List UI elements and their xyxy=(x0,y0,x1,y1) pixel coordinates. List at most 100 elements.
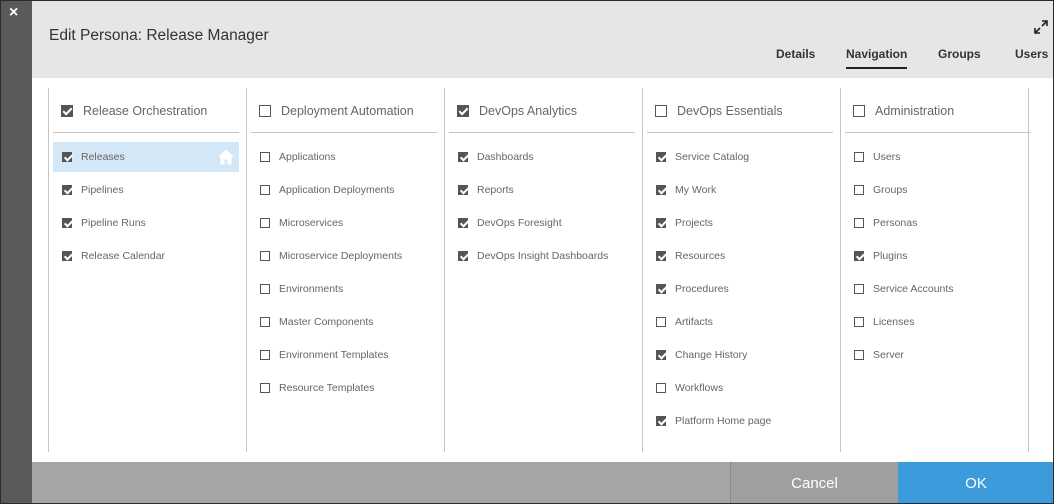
checkbox[interactable] xyxy=(854,185,864,195)
column-header[interactable]: Administration xyxy=(853,99,1031,123)
cancel-button[interactable]: Cancel xyxy=(730,462,898,504)
checkbox[interactable] xyxy=(854,317,864,327)
nav-item[interactable]: Pipelines xyxy=(53,175,239,205)
nav-item[interactable]: My Work xyxy=(647,175,833,205)
nav-item-label: Service Accounts xyxy=(873,283,954,295)
checkbox[interactable] xyxy=(854,284,864,294)
column-divider xyxy=(251,132,437,133)
nav-item[interactable]: Microservices xyxy=(251,208,437,238)
nav-item[interactable]: DevOps Insight Dashboards xyxy=(449,241,635,271)
nav-item[interactable]: Groups xyxy=(845,175,1031,205)
checkbox[interactable] xyxy=(854,218,864,228)
checkbox[interactable] xyxy=(656,185,666,195)
checkbox[interactable] xyxy=(854,251,864,261)
checkbox[interactable] xyxy=(62,152,72,162)
close-icon[interactable]: × xyxy=(9,5,18,21)
tab-details[interactable]: Details xyxy=(776,47,815,61)
nav-item[interactable]: Reports xyxy=(449,175,635,205)
column-header[interactable]: DevOps Essentials xyxy=(655,99,833,123)
nav-item[interactable]: Service Accounts xyxy=(845,274,1031,304)
tab-groups[interactable]: Groups xyxy=(938,47,981,61)
nav-item[interactable]: Server xyxy=(845,340,1031,370)
nav-item[interactable]: Environment Templates xyxy=(251,340,437,370)
tab-navigation[interactable]: Navigation xyxy=(846,47,908,69)
checkbox[interactable] xyxy=(62,218,72,228)
checkbox[interactable] xyxy=(458,251,468,261)
nav-item[interactable]: Environments xyxy=(251,274,437,304)
column-header[interactable]: Deployment Automation xyxy=(259,99,437,123)
column-header[interactable]: DevOps Analytics xyxy=(457,99,635,123)
nav-item-label: DevOps Foresight xyxy=(477,217,562,229)
nav-item[interactable]: Workflows xyxy=(647,373,833,403)
checkbox[interactable] xyxy=(260,218,270,228)
nav-item-label: Platform Home page xyxy=(675,415,772,427)
checkbox[interactable] xyxy=(656,383,666,393)
nav-item[interactable]: Projects xyxy=(647,208,833,238)
checkbox[interactable] xyxy=(260,185,270,195)
checkbox[interactable] xyxy=(259,105,271,117)
expand-icon[interactable] xyxy=(1034,20,1048,34)
nav-item-label: Artifacts xyxy=(675,316,713,328)
checkbox[interactable] xyxy=(260,284,270,294)
checkbox[interactable] xyxy=(457,105,469,117)
nav-item[interactable]: Master Components xyxy=(251,307,437,337)
column-header-label: Release Orchestration xyxy=(83,104,208,118)
nav-item-label: Dashboards xyxy=(477,151,534,163)
nav-item[interactable]: Dashboards xyxy=(449,142,635,172)
nav-item[interactable]: Change History xyxy=(647,340,833,370)
checkbox[interactable] xyxy=(260,152,270,162)
checkbox[interactable] xyxy=(854,350,864,360)
checkbox[interactable] xyxy=(655,105,667,117)
nav-item-label: Groups xyxy=(873,184,908,196)
checkbox[interactable] xyxy=(260,383,270,393)
nav-item[interactable]: Platform Home page xyxy=(647,406,833,436)
nav-item[interactable]: DevOps Foresight xyxy=(449,208,635,238)
checkbox[interactable] xyxy=(656,317,666,327)
checkbox[interactable] xyxy=(458,218,468,228)
checkbox[interactable] xyxy=(854,152,864,162)
home-icon[interactable] xyxy=(217,148,235,166)
nav-item[interactable]: Pipeline Runs xyxy=(53,208,239,238)
checkbox[interactable] xyxy=(656,152,666,162)
nav-item[interactable]: Licenses xyxy=(845,307,1031,337)
checkbox[interactable] xyxy=(656,416,666,426)
nav-item[interactable]: Applications xyxy=(251,142,437,172)
checkbox[interactable] xyxy=(260,350,270,360)
checkbox[interactable] xyxy=(458,152,468,162)
ok-button[interactable]: OK xyxy=(898,462,1054,504)
checkbox[interactable] xyxy=(656,218,666,228)
checkbox[interactable] xyxy=(260,317,270,327)
nav-item[interactable]: Resources xyxy=(647,241,833,271)
nav-item[interactable]: Users xyxy=(845,142,1031,172)
nav-item[interactable]: Plugins xyxy=(845,241,1031,271)
nav-item[interactable]: Service Catalog xyxy=(647,142,833,172)
tab-users[interactable]: Users xyxy=(1015,47,1048,61)
nav-item[interactable]: Artifacts xyxy=(647,307,833,337)
checkbox[interactable] xyxy=(61,105,73,117)
nav-item[interactable]: Resource Templates xyxy=(251,373,437,403)
checkbox[interactable] xyxy=(656,284,666,294)
column-header[interactable]: Release Orchestration xyxy=(61,99,239,123)
column-header-label: DevOps Analytics xyxy=(479,104,577,118)
checkbox[interactable] xyxy=(656,350,666,360)
nav-item[interactable]: Releases xyxy=(53,142,239,172)
nav-item-label: Application Deployments xyxy=(279,184,395,196)
checkbox[interactable] xyxy=(853,105,865,117)
nav-item-label: Release Calendar xyxy=(81,250,166,262)
nav-item[interactable]: Personas xyxy=(845,208,1031,238)
checkbox[interactable] xyxy=(62,251,72,261)
nav-item-label: Applications xyxy=(279,151,336,163)
tab-bar: Details Navigation Groups Users xyxy=(32,47,1054,71)
checkbox[interactable] xyxy=(458,185,468,195)
nav-item[interactable]: Microservice Deployments xyxy=(251,241,437,271)
nav-item[interactable]: Application Deployments xyxy=(251,175,437,205)
checkbox[interactable] xyxy=(260,251,270,261)
column-divider xyxy=(449,132,635,133)
dialog-footer: Cancel OK xyxy=(32,462,1054,504)
column-devops-analytics: DevOps Analytics Dashboards Reports DevO… xyxy=(445,78,643,462)
checkbox[interactable] xyxy=(656,251,666,261)
nav-item[interactable]: Release Calendar xyxy=(53,241,239,271)
checkbox[interactable] xyxy=(62,185,72,195)
nav-item-label: Change History xyxy=(675,349,748,361)
nav-item[interactable]: Procedures xyxy=(647,274,833,304)
